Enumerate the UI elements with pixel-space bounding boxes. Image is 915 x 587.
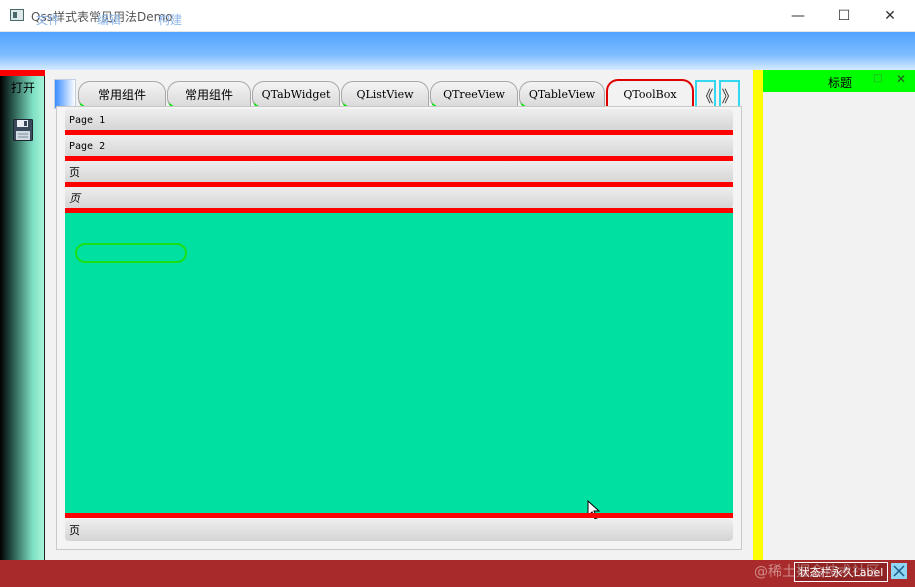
status-permanent-label: 状态栏永久Label (794, 562, 888, 582)
dock-float-icon[interactable]: □ (873, 73, 882, 84)
save-icon[interactable] (13, 119, 33, 141)
tab-scroll-right-button[interactable]: 》 (719, 80, 740, 109)
menu-build[interactable]: 构建 (158, 11, 182, 28)
dock-title: 标题 (828, 76, 853, 90)
open-button[interactable]: 打开 (4, 79, 42, 97)
maximize-button[interactable]: ☐ (821, 0, 867, 32)
toolbox-header-page-5[interactable]: 页 (65, 519, 733, 541)
app-icon (10, 9, 24, 21)
minimize-button[interactable]: — (775, 0, 821, 32)
toolbox-header-page-1[interactable]: Page 1 (65, 109, 733, 131)
close-button[interactable]: ✕ (867, 0, 913, 32)
tab-scroll-left-button[interactable]: 《 (695, 80, 716, 109)
chevron-double-right-icon: 》 (721, 86, 738, 106)
size-grip-icon[interactable] (891, 563, 907, 579)
tab-bar-left-corner (54, 79, 76, 109)
rounded-frame-widget[interactable] (75, 243, 187, 263)
dock-widget (763, 70, 915, 560)
toolbox-header-page-3[interactable]: 页 (65, 161, 733, 183)
menu-bar (0, 32, 915, 70)
dock-splitter[interactable] (753, 70, 763, 560)
menu-file[interactable]: 文件 (36, 11, 60, 28)
toolbox-separator (65, 513, 733, 518)
toolbar-top-border (0, 70, 45, 76)
tab-qtoolbox[interactable]: QToolBox (606, 79, 694, 108)
menu-edit[interactable]: 编辑 (97, 11, 121, 28)
left-toolbar (0, 70, 45, 560)
dock-close-icon[interactable]: ✕ (896, 72, 906, 86)
toolbox-header-page-4[interactable]: 页 (65, 187, 733, 209)
toolbox-header-page-2[interactable]: Page 2 (65, 135, 733, 157)
chevron-double-left-icon: 《 (697, 86, 714, 106)
